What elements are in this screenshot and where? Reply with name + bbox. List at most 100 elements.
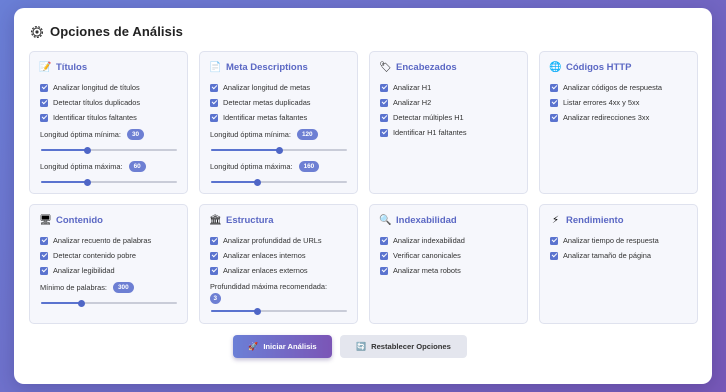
start-analysis-button[interactable]: 🚀 Iniciar Análisis bbox=[233, 335, 332, 358]
option-checkbox[interactable]: Identificar metas faltantes bbox=[210, 113, 307, 122]
slider-fill bbox=[41, 181, 88, 183]
slider-thumb[interactable] bbox=[253, 307, 261, 315]
option-checkbox[interactable]: Analizar profundidad de URLs bbox=[210, 236, 322, 245]
option-label: Detectar contenido pobre bbox=[53, 251, 136, 260]
lightning-icon: ⚡ bbox=[551, 215, 560, 226]
slider-fill bbox=[211, 149, 279, 151]
range-slider[interactable] bbox=[41, 298, 177, 308]
checkbox-checked[interactable] bbox=[40, 98, 48, 107]
option-checkbox[interactable]: Analizar H1 bbox=[380, 83, 431, 92]
option-checkbox[interactable]: Detectar múltiples H1 bbox=[380, 113, 464, 122]
checkbox-checked[interactable] bbox=[210, 251, 218, 260]
checkbox-checked[interactable] bbox=[380, 251, 388, 260]
card-title: Indexabilidad bbox=[396, 215, 457, 226]
slider-fill bbox=[211, 181, 258, 183]
range-slider[interactable] bbox=[211, 177, 347, 187]
option-checkbox[interactable]: Analizar enlaces internos bbox=[210, 251, 306, 260]
option-label: Identificar metas faltantes bbox=[223, 113, 308, 122]
reset-options-button[interactable]: 🔄 Restablecer Opciones bbox=[340, 335, 467, 358]
range-slider[interactable] bbox=[211, 306, 347, 316]
option-checkbox[interactable]: Analizar redirecciones 3xx bbox=[550, 113, 649, 122]
slider-thumb[interactable] bbox=[253, 178, 261, 186]
card-indexabilidad: 🔍 Indexabilidad Analizar indexabilidad Veri… bbox=[369, 204, 528, 324]
option-checkbox[interactable]: Analizar códigos de respuesta bbox=[550, 83, 662, 92]
checkbox-checked[interactable] bbox=[380, 236, 388, 245]
slider-label-row: Longitud óptima máxima: 160 bbox=[210, 161, 320, 172]
option-checkbox[interactable]: Analizar tamaño de página bbox=[550, 251, 651, 260]
checkbox-checked[interactable] bbox=[40, 266, 48, 275]
option-checkbox[interactable]: Detectar títulos duplicados bbox=[40, 98, 140, 107]
card-title: Códigos HTTP bbox=[566, 62, 632, 73]
checkbox-checked[interactable] bbox=[40, 251, 48, 260]
slider-value-badge: 30 bbox=[126, 129, 145, 140]
slider-thumb[interactable] bbox=[78, 299, 86, 307]
range-slider[interactable] bbox=[41, 177, 177, 187]
checkbox-checked[interactable] bbox=[210, 83, 218, 92]
slider-fill bbox=[41, 302, 82, 304]
checkbox-checked[interactable] bbox=[210, 113, 218, 122]
checkbox-checked[interactable] bbox=[40, 236, 48, 245]
checkbox-checked[interactable] bbox=[380, 98, 388, 107]
card-header: 🌐 Códigos HTTP bbox=[549, 62, 632, 73]
option-checkbox[interactable]: Detectar contenido pobre bbox=[40, 251, 136, 260]
slider-value-badge: 120 bbox=[296, 129, 318, 140]
card-header: 🏷 Encabezados bbox=[379, 62, 457, 73]
card-title: Encabezados bbox=[396, 62, 457, 73]
option-checkbox[interactable]: Analizar meta robots bbox=[380, 266, 461, 275]
option-checkbox[interactable]: Analizar tiempo de respuesta bbox=[550, 236, 659, 245]
option-checkbox[interactable]: Analizar legibilidad bbox=[40, 266, 115, 275]
checkbox-checked[interactable] bbox=[380, 128, 388, 137]
checkbox-checked[interactable] bbox=[380, 83, 388, 92]
slider-label: Longitud óptima máxima: bbox=[40, 162, 123, 171]
option-checkbox[interactable]: Analizar longitud de títulos bbox=[40, 83, 140, 92]
option-label: Analizar indexabilidad bbox=[393, 236, 465, 245]
card-header: 📄 Meta Descriptions bbox=[209, 62, 308, 73]
card-title: Títulos bbox=[56, 62, 88, 73]
option-label: Verificar canonicales bbox=[393, 251, 461, 260]
option-checkbox[interactable]: Analizar enlaces externos bbox=[210, 266, 308, 275]
checkbox-checked[interactable] bbox=[210, 236, 218, 245]
card-t-tulos: 📝 Títulos Analizar longitud de títulos Dete… bbox=[29, 51, 188, 194]
slider-label-row: Profundidad máxima recomendada: 3 bbox=[210, 282, 327, 304]
slider-thumb[interactable] bbox=[275, 146, 283, 154]
option-checkbox[interactable]: Verificar canonicales bbox=[380, 251, 461, 260]
card-title: Meta Descriptions bbox=[226, 62, 308, 73]
checkbox-checked[interactable] bbox=[550, 83, 558, 92]
option-label: Analizar códigos de respuesta bbox=[563, 83, 663, 92]
card-header: 🖥 Contenido bbox=[39, 215, 103, 226]
checkbox-checked[interactable] bbox=[550, 98, 558, 107]
option-checkbox[interactable]: Identificar H1 faltantes bbox=[380, 128, 467, 137]
range-slider[interactable] bbox=[211, 145, 347, 155]
card-c-digos-http: 🌐 Códigos HTTP Analizar códigos de respues… bbox=[539, 51, 698, 194]
slider-label-row: Longitud óptima mínima: 30 bbox=[40, 129, 145, 140]
option-checkbox[interactable]: Analizar longitud de metas bbox=[210, 83, 310, 92]
option-checkbox[interactable]: Identificar títulos faltantes bbox=[40, 113, 137, 122]
slider-thumb[interactable] bbox=[83, 178, 91, 186]
checkbox-checked[interactable] bbox=[550, 113, 558, 122]
option-checkbox[interactable]: Analizar indexabilidad bbox=[380, 236, 465, 245]
option-checkbox[interactable]: Analizar recuento de palabras bbox=[40, 236, 151, 245]
option-label: Analizar recuento de palabras bbox=[53, 236, 152, 245]
card-header: ⚡ Rendimiento bbox=[550, 215, 624, 226]
slider-label-row: Longitud óptima mínima: 120 bbox=[210, 129, 318, 140]
option-label: Identificar títulos faltantes bbox=[53, 113, 137, 122]
slider-label: Mínimo de palabras: bbox=[40, 283, 107, 292]
checkbox-checked[interactable] bbox=[380, 266, 388, 275]
document-icon: 📄 bbox=[209, 62, 222, 73]
option-checkbox[interactable]: Listar errores 4xx y 5xx bbox=[550, 98, 639, 107]
option-checkbox[interactable]: Detectar metas duplicadas bbox=[210, 98, 311, 107]
checkbox-checked[interactable] bbox=[380, 113, 388, 122]
checkbox-checked[interactable] bbox=[210, 98, 218, 107]
checkbox-checked[interactable] bbox=[40, 113, 48, 122]
checkbox-checked[interactable] bbox=[210, 266, 218, 275]
building-icon: 🏛 bbox=[209, 215, 222, 226]
range-slider[interactable] bbox=[41, 145, 177, 155]
gear-icon bbox=[30, 25, 44, 38]
slider-thumb[interactable] bbox=[83, 146, 91, 154]
checkbox-checked[interactable] bbox=[550, 236, 558, 245]
checkbox-checked[interactable] bbox=[550, 251, 558, 260]
checkbox-checked[interactable] bbox=[40, 83, 48, 92]
option-checkbox[interactable]: Analizar H2 bbox=[380, 98, 431, 107]
option-label: Identificar H1 faltantes bbox=[393, 128, 467, 137]
reset-options-label: Restablecer Opciones bbox=[371, 342, 451, 351]
